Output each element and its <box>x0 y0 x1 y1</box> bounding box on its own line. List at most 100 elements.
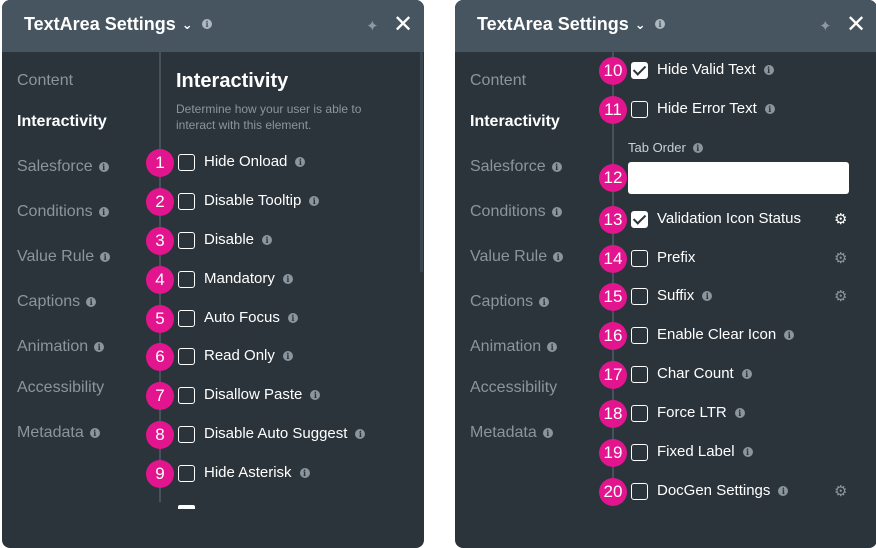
info-icon[interactable]: i <box>89 428 100 438</box>
info-icon[interactable]: i <box>539 297 550 307</box>
info-icon[interactable]: i <box>784 329 795 340</box>
nav-item-accessibility[interactable]: Accessibility <box>17 379 104 397</box>
info-icon[interactable]: i <box>702 290 713 301</box>
pin-icon[interactable]: ✦ <box>366 17 379 35</box>
info-icon[interactable]: i <box>86 297 97 307</box>
checkbox-checked[interactable] <box>631 62 648 79</box>
option-label[interactable]: Hide Error Text i <box>657 100 775 117</box>
info-icon[interactable]: i <box>553 252 564 262</box>
option-label[interactable]: Disable Tooltip i <box>204 192 320 209</box>
info-icon[interactable]: i <box>763 64 774 75</box>
info-icon[interactable]: i <box>295 156 306 167</box>
checkbox-checked[interactable] <box>631 211 648 228</box>
checkbox[interactable] <box>178 426 195 443</box>
option-label[interactable]: Hide Valid Text i <box>657 61 774 78</box>
info-icon[interactable]: i <box>98 207 109 217</box>
checkbox[interactable] <box>178 232 195 249</box>
panel-title-dropdown[interactable]: TextArea Settings ⌄ <box>24 14 193 35</box>
option-label[interactable]: Enable Clear Icon i <box>657 326 795 343</box>
info-icon[interactable]: i <box>764 103 775 114</box>
option-label[interactable]: Disable i <box>204 231 273 248</box>
info-icon[interactable]: i <box>778 485 789 496</box>
info-icon[interactable]: i <box>547 342 558 352</box>
option-label[interactable]: Disallow Paste i <box>204 386 321 403</box>
checkbox[interactable] <box>631 101 648 118</box>
info-icon[interactable]: i <box>98 162 109 172</box>
info-icon[interactable]: i <box>551 207 562 217</box>
info-icon[interactable]: i <box>202 19 212 29</box>
option-label[interactable]: Force LTR i <box>657 404 745 421</box>
nav-item-value-rule[interactable]: Value Rule i <box>17 248 111 266</box>
pin-icon[interactable]: ✦ <box>819 17 832 35</box>
info-icon[interactable]: i <box>100 252 111 262</box>
checkbox[interactable] <box>631 444 648 461</box>
nav-item-captions[interactable]: Captions i <box>470 293 550 311</box>
close-icon[interactable]: ✕ <box>393 11 413 39</box>
option-label[interactable]: DocGen Settings i <box>657 482 789 499</box>
info-icon[interactable]: i <box>310 389 321 400</box>
nav-item-salesforce[interactable]: Salesforce i <box>17 158 109 176</box>
checkbox[interactable] <box>178 465 195 482</box>
info-icon[interactable]: i <box>287 312 298 323</box>
option-label[interactable]: Validation Icon Status <box>657 210 801 227</box>
gear-icon[interactable]: ⚙ <box>834 482 847 500</box>
checkbox-partial[interactable] <box>178 505 195 509</box>
info-icon[interactable]: i <box>282 273 293 284</box>
nav-item-interactivity[interactable]: Interactivity <box>17 113 107 131</box>
panel-title-dropdown[interactable]: TextArea Settings ⌄ <box>477 14 646 35</box>
checkbox[interactable] <box>631 483 648 500</box>
nav-item-animation[interactable]: Animation i <box>470 338 558 356</box>
nav-item-animation[interactable]: Animation i <box>17 338 105 356</box>
checkbox[interactable] <box>631 327 648 344</box>
checkbox[interactable] <box>631 366 648 383</box>
option-label[interactable]: Prefix <box>657 249 695 266</box>
option-label[interactable]: Auto Focus i <box>204 309 298 326</box>
info-icon[interactable]: i <box>742 446 753 457</box>
checkbox[interactable] <box>631 405 648 422</box>
checkbox[interactable] <box>178 193 195 210</box>
gear-icon[interactable]: ⚙ <box>834 287 847 305</box>
info-icon[interactable]: i <box>262 234 273 245</box>
nav-item-content[interactable]: Content <box>17 72 73 90</box>
checkbox[interactable] <box>178 348 195 365</box>
checkbox[interactable] <box>178 271 195 288</box>
tab-order-input[interactable] <box>628 162 849 194</box>
checkbox[interactable] <box>178 310 195 327</box>
checkbox[interactable] <box>631 250 648 267</box>
nav-item-interactivity[interactable]: Interactivity <box>470 113 560 131</box>
nav-item-metadata[interactable]: Metadata i <box>17 424 100 442</box>
scrollbar[interactable] <box>420 52 423 272</box>
option-label[interactable]: Fixed Label i <box>657 443 753 460</box>
checkbox[interactable] <box>178 387 195 404</box>
info-icon[interactable]: i <box>655 19 665 29</box>
gear-icon[interactable]: ⚙ <box>834 249 847 267</box>
info-icon[interactable]: i <box>741 368 752 379</box>
info-icon[interactable]: i <box>282 350 293 361</box>
option-label[interactable]: Read Only i <box>204 347 293 364</box>
option-label[interactable]: Hide Asterisk i <box>204 464 310 481</box>
nav-item-captions[interactable]: Captions i <box>17 293 97 311</box>
info-icon[interactable]: i <box>309 195 320 206</box>
nav-item-salesforce[interactable]: Salesforce i <box>470 158 562 176</box>
info-icon[interactable]: i <box>355 428 366 439</box>
option-label[interactable]: Char Count i <box>657 365 752 382</box>
nav-item-metadata[interactable]: Metadata i <box>470 424 553 442</box>
info-icon[interactable]: i <box>551 162 562 172</box>
option-label[interactable]: Suffix i <box>657 287 713 304</box>
info-icon[interactable]: i <box>692 142 703 153</box>
nav-item-content[interactable]: Content <box>470 72 526 90</box>
nav-item-accessibility[interactable]: Accessibility <box>470 379 557 397</box>
nav-item-value-rule[interactable]: Value Rule i <box>470 248 564 266</box>
nav-item-conditions[interactable]: Conditions i <box>470 203 562 221</box>
info-icon[interactable]: i <box>542 428 553 438</box>
option-label[interactable]: Hide Onload i <box>204 153 306 170</box>
close-icon[interactable]: ✕ <box>846 11 866 39</box>
nav-item-conditions[interactable]: Conditions i <box>17 203 109 221</box>
info-icon[interactable]: i <box>94 342 105 352</box>
option-label[interactable]: Disable Auto Suggest i <box>204 425 366 442</box>
info-icon[interactable]: i <box>734 407 745 418</box>
checkbox[interactable] <box>178 154 195 171</box>
checkbox[interactable] <box>631 288 648 305</box>
gear-icon[interactable]: ⚙ <box>834 210 847 228</box>
info-icon[interactable]: i <box>299 467 310 478</box>
